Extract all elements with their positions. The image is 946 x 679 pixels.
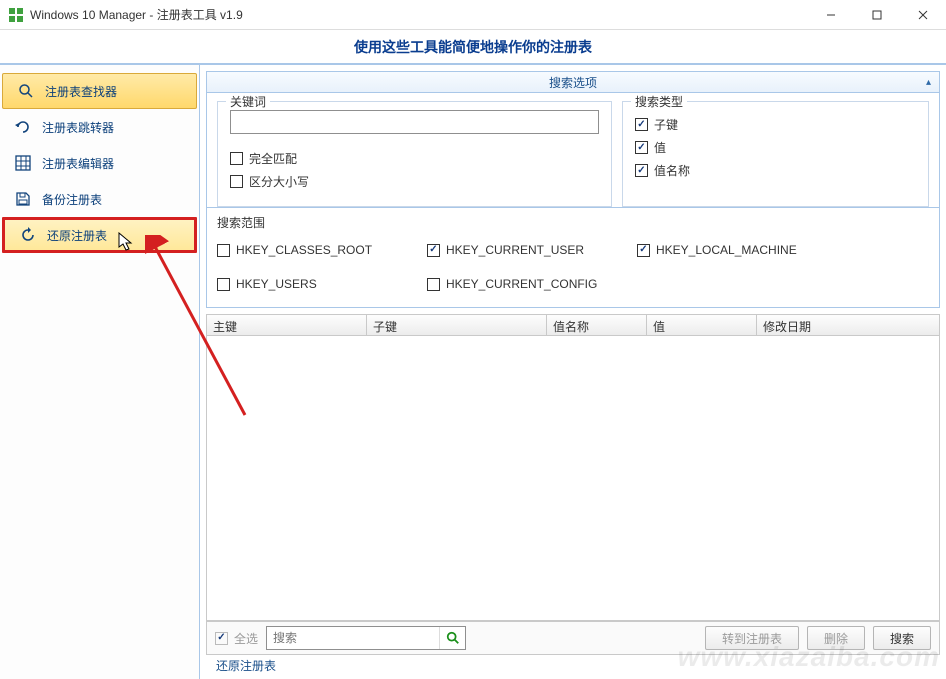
restore-icon <box>19 226 37 244</box>
filter-search-box[interactable] <box>266 626 466 650</box>
sidebar-item-label: 还原注册表 <box>47 227 107 244</box>
sidebar-item-label: 注册表查找器 <box>45 83 117 100</box>
goto-registry-button[interactable]: 转到注册表 <box>705 626 799 650</box>
scope-hklm-checkbox[interactable]: HKEY_LOCAL_MACHINE <box>637 243 929 257</box>
scope-hkcu-checkbox[interactable]: HKEY_CURRENT_USER <box>427 243 637 257</box>
case-sensitive-checkbox[interactable]: 区分大小写 <box>230 173 599 190</box>
sidebar-item-registry-editor[interactable]: 注册表编辑器 <box>0 145 199 181</box>
scope-hku-checkbox[interactable]: HKEY_USERS <box>217 277 427 291</box>
main-panel: 搜索选项 ▴ 关键词 完全匹配 区分大小写 搜索类型 子键 值 值名称 搜索范围… <box>200 65 946 679</box>
type-value-checkbox[interactable]: 值 <box>635 139 916 156</box>
type-subkey-checkbox[interactable]: 子键 <box>635 116 916 133</box>
type-valuename-checkbox[interactable]: 值名称 <box>635 162 916 179</box>
keyword-legend: 关键词 <box>226 93 270 110</box>
col-value[interactable]: 值 <box>647 315 757 335</box>
search-options-header[interactable]: 搜索选项 ▴ <box>206 71 940 93</box>
keyword-fieldset: 关键词 完全匹配 区分大小写 <box>217 101 612 207</box>
sidebar-item-label: 备份注册表 <box>42 191 102 208</box>
search-type-fieldset: 搜索类型 子键 值 值名称 <box>622 101 929 207</box>
results-table-body[interactable] <box>206 336 940 621</box>
grid-icon <box>14 154 32 172</box>
scope-hkcr-checkbox[interactable]: HKEY_CLASSES_ROOT <box>217 243 427 257</box>
search-options-title: 搜索选项 <box>549 74 597 91</box>
app-icon <box>8 7 24 23</box>
col-value-name[interactable]: 值名称 <box>547 315 647 335</box>
sidebar-item-label: 注册表跳转器 <box>42 119 114 136</box>
collapse-icon: ▴ <box>926 77 931 88</box>
col-main-key[interactable]: 主键 <box>207 315 367 335</box>
titlebar: Windows 10 Manager - 注册表工具 v1.9 <box>0 0 946 30</box>
type-legend: 搜索类型 <box>631 93 687 110</box>
search-icon <box>17 82 35 100</box>
col-sub-key[interactable]: 子键 <box>367 315 547 335</box>
redo-icon <box>14 118 32 136</box>
exact-match-checkbox[interactable]: 完全匹配 <box>230 150 599 167</box>
maximize-button[interactable] <box>854 0 900 30</box>
close-button[interactable] <box>900 0 946 30</box>
delete-button[interactable]: 删除 <box>807 626 865 650</box>
scope-legend: 搜索范围 <box>217 214 929 231</box>
window-buttons <box>808 0 946 30</box>
keyword-input[interactable] <box>230 110 599 134</box>
results-table-header: 主键 子键 值名称 值 修改日期 <box>206 314 940 336</box>
sidebar-item-restore-registry[interactable]: 还原注册表 <box>2 217 197 253</box>
col-modified[interactable]: 修改日期 <box>757 315 939 335</box>
sidebar-item-registry-finder[interactable]: 注册表查找器 <box>2 73 197 109</box>
status-bar: 还原注册表 <box>206 655 940 675</box>
sidebar-item-registry-jumper[interactable]: 注册表跳转器 <box>0 109 199 145</box>
magnify-icon[interactable] <box>439 627 465 649</box>
sidebar: 注册表查找器 注册表跳转器 注册表编辑器 备份注册表 还原注册表 <box>0 65 200 679</box>
minimize-button[interactable] <box>808 0 854 30</box>
sidebar-item-label: 注册表编辑器 <box>42 155 114 172</box>
filter-input[interactable] <box>267 627 439 649</box>
scope-hkcc-checkbox[interactable]: HKEY_CURRENT_CONFIG <box>427 277 637 291</box>
save-icon <box>14 190 32 208</box>
search-button[interactable]: 搜索 <box>873 626 931 650</box>
banner-text: 使用这些工具能简便地操作你的注册表 <box>354 37 592 57</box>
search-options-body: 关键词 完全匹配 区分大小写 搜索类型 子键 值 值名称 <box>206 93 940 208</box>
window-title: Windows 10 Manager - 注册表工具 v1.9 <box>30 6 808 23</box>
banner: 使用这些工具能简便地操作你的注册表 <box>0 30 946 64</box>
select-all-checkbox[interactable]: 全选 <box>215 630 258 647</box>
sidebar-item-backup-registry[interactable]: 备份注册表 <box>0 181 199 217</box>
search-scope-fieldset: 搜索范围 HKEY_CLASSES_ROOT HKEY_CURRENT_USER… <box>206 208 940 308</box>
bottom-toolbar: 全选 转到注册表 删除 搜索 <box>206 621 940 655</box>
